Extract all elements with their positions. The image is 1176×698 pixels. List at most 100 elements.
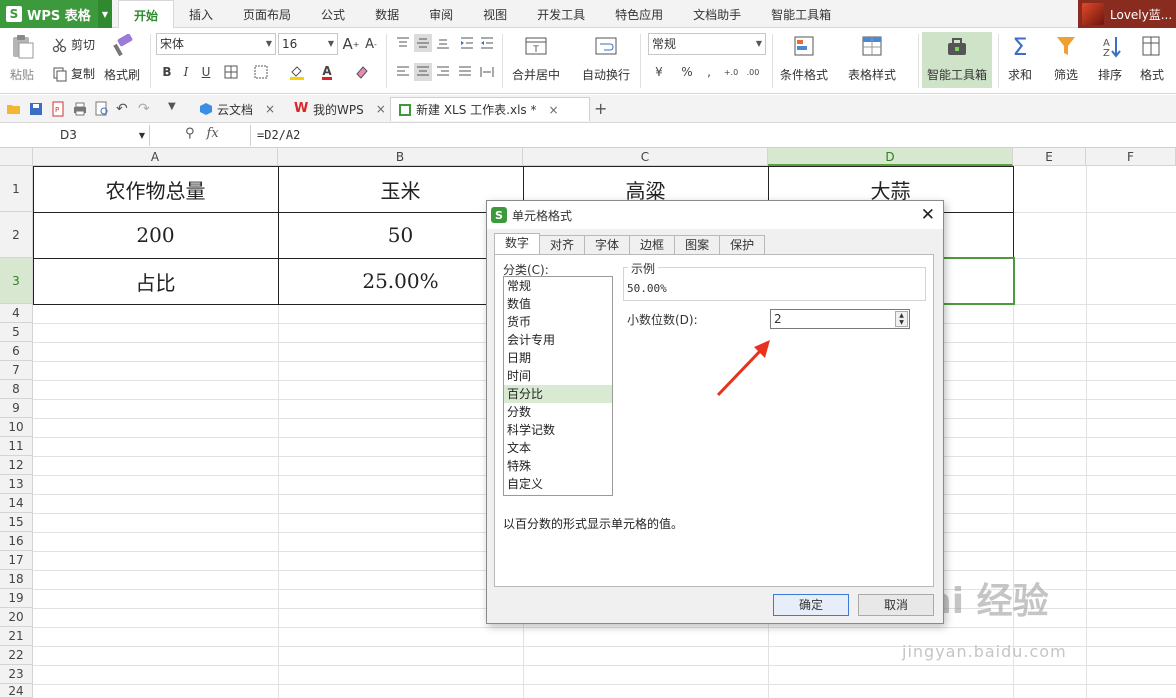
font-color-icon[interactable]: A [318, 63, 336, 81]
list-item[interactable]: 分数 [504, 403, 612, 421]
align-bottom-icon[interactable] [434, 34, 452, 52]
row-header-24[interactable]: 24 [0, 684, 33, 698]
undo-icon[interactable]: ↶ [116, 101, 132, 117]
font-name-select[interactable]: 宋体 ▼ [156, 33, 276, 55]
row-header-16[interactable]: 16 [0, 532, 33, 551]
chevron-down-icon[interactable]: ▼ [168, 101, 184, 117]
cell-a1[interactable]: 农作物总量 [33, 166, 278, 212]
list-item[interactable]: 文本 [504, 439, 612, 457]
list-item[interactable]: 时间 [504, 367, 612, 385]
tab-pattern[interactable]: 图案 [675, 235, 721, 255]
tab-protection[interactable]: 保护 [720, 235, 766, 255]
tab-current-workbook[interactable]: 新建 XLS 工作表.xls * × [390, 97, 590, 121]
row-header-1[interactable]: 1 [0, 166, 33, 212]
decrease-font-icon[interactable]: A- [362, 35, 380, 53]
row-header-13[interactable]: 13 [0, 475, 33, 494]
justify-icon[interactable] [456, 63, 474, 81]
row-header-3[interactable]: 3 [0, 258, 33, 304]
tab-review[interactable]: 审阅 [414, 0, 468, 28]
app-menu-button[interactable]: S WPS 表格 ▼ [0, 0, 112, 28]
tab-developer[interactable]: 开发工具 [522, 0, 600, 28]
row-header-22[interactable]: 22 [0, 646, 33, 665]
format-button[interactable]: 格式 [1138, 34, 1166, 83]
close-icon[interactable]: ✕ [921, 205, 935, 225]
row-header-11[interactable]: 11 [0, 437, 33, 456]
indent-decrease-icon[interactable] [458, 34, 476, 52]
sort-button[interactable]: AZ 排序 [1096, 34, 1124, 83]
row-header-14[interactable]: 14 [0, 494, 33, 513]
row-header-19[interactable]: 19 [0, 589, 33, 608]
tab-border[interactable]: 边框 [630, 235, 676, 255]
list-item[interactable]: 科学记数 [504, 421, 612, 439]
column-header-a[interactable]: A [33, 148, 278, 166]
select-all-corner[interactable] [0, 148, 33, 166]
format-painter-button[interactable]: 格式刷 [104, 33, 140, 83]
tab-formulas[interactable]: 公式 [306, 0, 360, 28]
row-header-2[interactable]: 2 [0, 212, 33, 258]
currency-icon[interactable]: ¥ [650, 63, 668, 81]
list-item[interactable]: 货币 [504, 313, 612, 331]
fx-icon[interactable]: fx [207, 126, 219, 141]
tab-font[interactable]: 字体 [585, 235, 631, 255]
list-item[interactable]: 日期 [504, 349, 612, 367]
row-header-17[interactable]: 17 [0, 551, 33, 570]
row-header-21[interactable]: 21 [0, 627, 33, 646]
row-header-18[interactable]: 18 [0, 570, 33, 589]
column-header-f[interactable]: F [1086, 148, 1176, 166]
print-icon[interactable] [72, 101, 88, 117]
close-icon[interactable]: × [548, 103, 558, 117]
distribute-icon[interactable] [478, 63, 496, 81]
tab-doc-assistant[interactable]: 文档助手 [678, 0, 756, 28]
align-top-icon[interactable] [394, 34, 412, 52]
filter-button[interactable]: 筛选 [1052, 34, 1080, 83]
italic-icon[interactable]: I [177, 63, 195, 81]
decrease-decimal-icon[interactable]: .00 [744, 63, 762, 81]
tab-insert[interactable]: 插入 [174, 0, 228, 28]
row-header-5[interactable]: 5 [0, 323, 33, 342]
tab-data[interactable]: 数据 [360, 0, 414, 28]
tab-page-layout[interactable]: 页面布局 [228, 0, 306, 28]
close-icon[interactable]: × [265, 102, 275, 116]
row-header-6[interactable]: 6 [0, 342, 33, 361]
fill-pattern-icon[interactable] [252, 63, 270, 81]
align-right-icon[interactable] [434, 63, 452, 81]
row-header-8[interactable]: 8 [0, 380, 33, 399]
column-header-e[interactable]: E [1013, 148, 1086, 166]
smart-toolbox-button[interactable]: 智能工具箱 [922, 32, 992, 88]
cancel-button[interactable]: 取消 [858, 594, 934, 616]
align-middle-icon[interactable] [414, 34, 432, 52]
clear-format-icon[interactable] [353, 63, 371, 81]
name-box[interactable]: D3 ▼ [0, 125, 150, 146]
row-header-7[interactable]: 7 [0, 361, 33, 380]
column-header-b[interactable]: B [278, 148, 523, 166]
chevron-down-icon[interactable]: ▼ [98, 0, 112, 28]
save-icon[interactable] [28, 101, 44, 117]
formula-input[interactable]: =D2/A2 [250, 125, 1176, 146]
copy-button[interactable]: 复制 [52, 65, 95, 82]
increase-decimal-icon[interactable]: +.0 [722, 63, 740, 81]
font-size-select[interactable]: 16 ▼ [278, 33, 338, 55]
redo-icon[interactable]: ↷ [138, 101, 154, 117]
conditional-format-button[interactable]: 条件格式 [780, 34, 828, 83]
tab-alignment[interactable]: 对齐 [540, 235, 586, 255]
tab-special[interactable]: 特色应用 [600, 0, 678, 28]
category-list[interactable]: 常规 数值 货币 会计专用 日期 时间 百分比 分数 科学记数 文本 特殊 自定… [503, 276, 613, 496]
list-item[interactable]: 常规 [504, 277, 612, 295]
bold-icon[interactable]: B [158, 63, 176, 81]
table-style-button[interactable]: 表格样式 [848, 34, 896, 83]
dialog-title-bar[interactable]: S 单元格格式 ✕ [487, 201, 943, 229]
wrap-text-button[interactable]: 自动换行 [582, 34, 630, 83]
list-item[interactable]: 自定义 [504, 475, 612, 493]
column-header-c[interactable]: C [523, 148, 768, 166]
user-account[interactable]: Lovely蓝... [1078, 0, 1176, 28]
align-center-icon[interactable] [414, 63, 432, 81]
tab-view[interactable]: 视图 [468, 0, 522, 28]
number-format-select[interactable]: 常规 ▼ [648, 33, 766, 55]
list-item-selected[interactable]: 百分比 [504, 385, 612, 403]
row-header-10[interactable]: 10 [0, 418, 33, 437]
cell-a3[interactable]: 占比 [33, 258, 278, 304]
cut-button[interactable]: 剪切 [52, 36, 95, 53]
row-header-20[interactable]: 20 [0, 608, 33, 627]
sum-button[interactable]: Σ 求和 [1006, 34, 1034, 83]
export-pdf-icon[interactable]: P [50, 101, 66, 117]
